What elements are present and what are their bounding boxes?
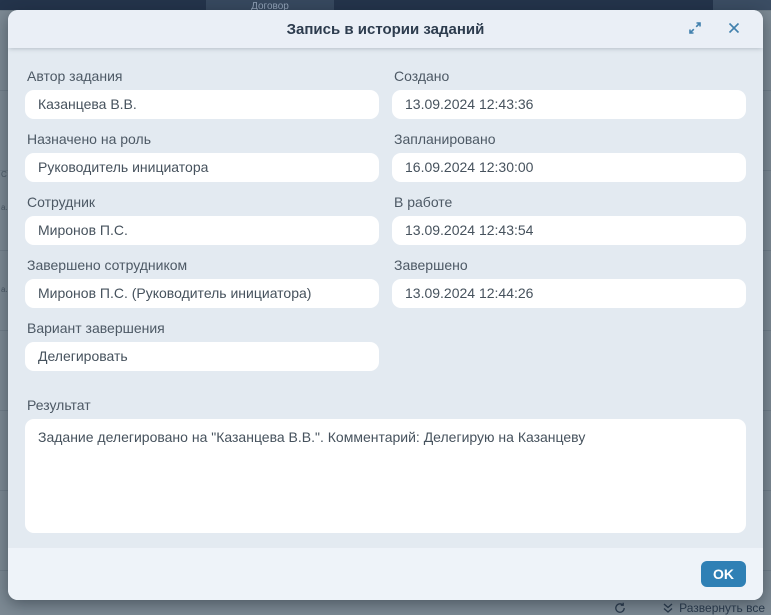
background-left-strip: С а. а. [0, 10, 8, 600]
field-created-input[interactable]: 13.09.2024 12:43:36 [392, 90, 746, 119]
field-completed-by-input[interactable]: Миронов П.С. (Руководитель инициатора) [25, 279, 379, 308]
refresh-icon [614, 602, 626, 614]
dialog-header: Запись в истории заданий [8, 10, 763, 48]
field-columns: Автор задания Казанцева В.В. Назначено н… [25, 56, 746, 371]
field-label-author: Автор задания [27, 68, 377, 84]
field-in-progress-input[interactable]: 13.09.2024 12:43:54 [392, 216, 746, 245]
left-column: Автор задания Казанцева В.В. Назначено н… [25, 56, 379, 371]
field-label-completed: Завершено [394, 257, 744, 273]
field-label-in-progress: В работе [394, 194, 744, 210]
dialog-header-actions [685, 10, 743, 48]
background-bottombar: Развернуть все [0, 600, 771, 615]
background-text-fragment: а. [1, 285, 8, 294]
close-button[interactable] [725, 19, 743, 40]
fullscreen-button[interactable] [685, 18, 705, 41]
field-label-result: Результат [27, 397, 744, 413]
field-label-completed-by: Завершено сотрудником [27, 257, 377, 273]
task-history-dialog: Запись в истории заданий [8, 10, 763, 600]
background-topbar-block [713, 0, 771, 10]
background-topbar: Договор [0, 0, 771, 10]
screen: Договор С а. а. Развернуть все Запись в … [0, 0, 771, 615]
field-label-created: Создано [394, 68, 744, 84]
result-textarea[interactable]: Задание делегировано на "Казанцева В.В."… [25, 419, 746, 533]
dialog-footer: OK [8, 547, 763, 600]
fullscreen-expand-icon [687, 20, 703, 39]
background-tab-label: Договор [251, 1, 289, 10]
field-label-employee: Сотрудник [27, 194, 377, 210]
close-icon [727, 21, 741, 38]
field-completed-input[interactable]: 13.09.2024 12:44:26 [392, 279, 746, 308]
field-employee-input[interactable]: Миронов П.С. [25, 216, 379, 245]
field-role-input[interactable]: Руководитель инициатора [25, 153, 379, 182]
field-label-completion-option: Вариант завершения [27, 320, 377, 336]
field-completion-option-input[interactable]: Делегировать [25, 342, 379, 371]
dialog-body: Автор задания Казанцева В.В. Назначено н… [8, 48, 763, 547]
background-tab-dogovor: Договор [206, 0, 334, 10]
double-chevron-down-icon [662, 602, 674, 614]
right-column: Создано 13.09.2024 12:43:36 Запланирован… [392, 56, 746, 371]
field-author-input[interactable]: Казанцева В.В. [25, 90, 379, 119]
field-label-scheduled: Запланировано [394, 131, 744, 147]
dialog-title: Запись в истории заданий [287, 21, 485, 38]
ok-button[interactable]: OK [701, 561, 746, 587]
background-text-fragment: С [1, 170, 7, 179]
expand-all-label: Развернуть все [679, 601, 765, 615]
field-scheduled-input[interactable]: 16.09.2024 12:30:00 [392, 153, 746, 182]
background-text-fragment: а. [1, 203, 8, 212]
field-label-role: Назначено на роль [27, 131, 377, 147]
